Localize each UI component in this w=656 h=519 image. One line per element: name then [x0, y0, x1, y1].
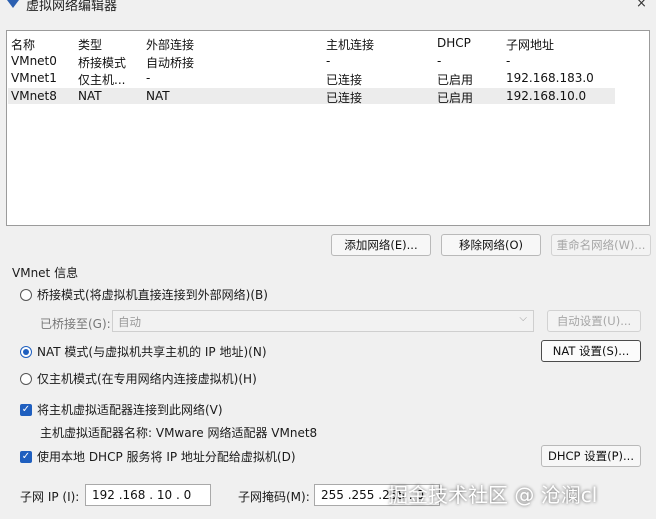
- header-external[interactable]: 外部连接: [146, 36, 194, 53]
- table-cell[interactable]: NAT: [78, 89, 102, 103]
- use-dhcp-label[interactable]: 使用本地 DHCP 服务将 IP 地址分配给虚拟机(D): [37, 448, 296, 465]
- subnet-ip-value: 192 .168 . 10 . 0: [92, 488, 192, 502]
- connect-adapter-checkbox[interactable]: ✓: [20, 404, 32, 416]
- header-subnet[interactable]: 子网地址: [506, 36, 554, 53]
- subnet-ip-label: 子网 IP (I):: [20, 490, 80, 504]
- header-name[interactable]: 名称: [11, 36, 35, 53]
- use-dhcp-checkbox[interactable]: ✓: [20, 451, 32, 463]
- header-dhcp[interactable]: DHCP: [437, 36, 471, 50]
- table-cell[interactable]: 192.168.10.0: [506, 89, 586, 103]
- connect-adapter-label[interactable]: 将主机虚拟适配器连接到此网络(V): [37, 401, 223, 418]
- vmnet-info-label: VMnet 信息: [12, 266, 79, 280]
- table-cell[interactable]: 桥接模式: [78, 54, 126, 71]
- table-cell[interactable]: NAT: [146, 89, 170, 103]
- remove-network-button[interactable]: 移除网络(O): [441, 234, 541, 256]
- bridged-to-label: 已桥接至(G):: [40, 317, 111, 331]
- subnet-mask-label: 子网掩码(M):: [238, 490, 310, 504]
- add-network-button[interactable]: 添加网络(E)...: [331, 234, 431, 256]
- auto-settings-button[interactable]: 自动设置(U)...: [547, 310, 641, 332]
- table-cell[interactable]: -: [146, 71, 150, 85]
- host-only-mode-radio[interactable]: [20, 373, 32, 385]
- table-cell[interactable]: VMnet8: [11, 89, 57, 103]
- adapter-name-label: 主机虚拟适配器名称: VMware 网络适配器 VMnet8: [40, 426, 318, 440]
- table-cell[interactable]: -: [437, 54, 441, 68]
- table-cell[interactable]: 已启用: [437, 71, 473, 88]
- bridged-to-value: 自动: [118, 315, 141, 329]
- network-editor-icon: [7, 0, 19, 8]
- nat-mode-label[interactable]: NAT 模式(与虚拟机共享主机的 IP 地址)(N): [37, 343, 267, 360]
- close-icon[interactable]: ×: [636, 0, 647, 11]
- nat-mode-radio[interactable]: [20, 346, 32, 358]
- table-cell[interactable]: 192.168.183.0: [506, 71, 594, 85]
- bridged-to-select[interactable]: 自动 ⌵: [112, 310, 534, 332]
- network-list[interactable]: 名称 类型 外部连接 主机连接 DHCP 子网地址 VMnet0 桥接模式 自动…: [6, 30, 650, 226]
- table-cell[interactable]: VMnet1: [11, 71, 57, 85]
- table-cell[interactable]: 已连接: [326, 89, 362, 106]
- window-title: 虚拟网络编辑器: [26, 0, 118, 14]
- table-cell[interactable]: 已连接: [326, 71, 362, 88]
- table-cell[interactable]: 自动桥接: [146, 54, 194, 71]
- chevron-down-icon: ⌵: [519, 313, 527, 324]
- table-cell[interactable]: -: [506, 54, 510, 68]
- title-bar: 虚拟网络编辑器 ×: [0, 0, 656, 14]
- bridge-mode-radio[interactable]: [20, 289, 32, 301]
- rename-network-button[interactable]: 重命名网络(W)...: [551, 234, 651, 256]
- bridge-mode-label[interactable]: 桥接模式(将虚拟机直接连接到外部网络)(B): [37, 286, 268, 303]
- watermark-text: 掘金技术社区 @ 沧澜cl: [388, 483, 598, 507]
- nat-settings-button[interactable]: NAT 设置(S)...: [541, 340, 641, 362]
- table-cell[interactable]: 仅主机...: [78, 71, 125, 88]
- table-cell[interactable]: 已启用: [437, 89, 473, 106]
- header-type[interactable]: 类型: [78, 36, 102, 53]
- dhcp-settings-button[interactable]: DHCP 设置(P)...: [541, 445, 641, 467]
- host-only-mode-label[interactable]: 仅主机模式(在专用网络内连接虚拟机)(H): [37, 370, 257, 387]
- table-cell[interactable]: -: [326, 54, 330, 68]
- subnet-ip-input[interactable]: 192 .168 . 10 . 0: [85, 484, 211, 506]
- header-host[interactable]: 主机连接: [326, 36, 374, 53]
- table-cell[interactable]: VMnet0: [11, 54, 57, 68]
